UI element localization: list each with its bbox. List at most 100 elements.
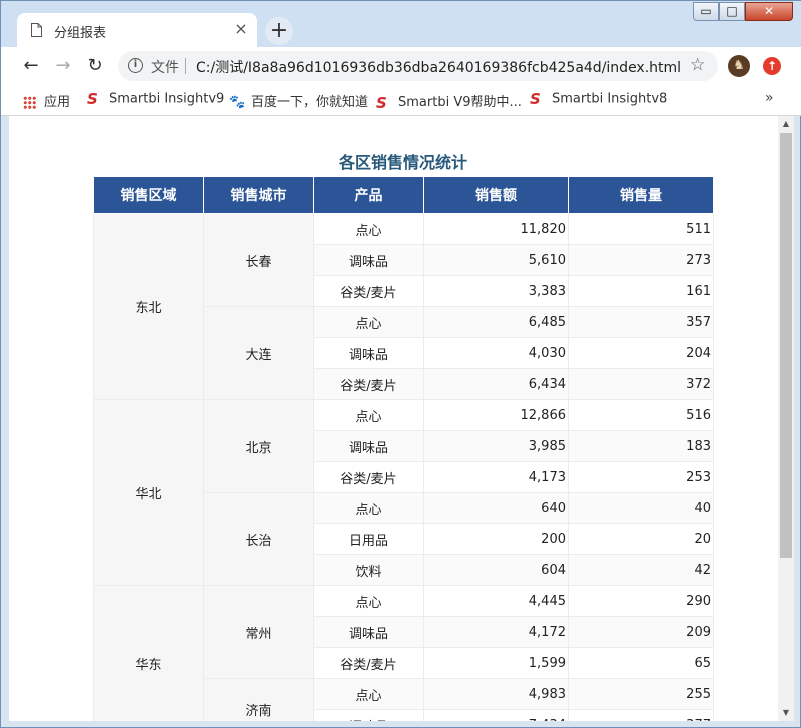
qty-cell: 516 xyxy=(568,399,714,431)
bookmark-smartbi-v8[interactable]: S Smartbi Insightv8 xyxy=(530,91,667,109)
smartbi-logo-icon: S xyxy=(530,90,541,108)
back-button[interactable]: ← xyxy=(18,53,44,79)
browser-window: 分组报表 × + ▭ □ ✕ ← → ↻ i 文件 C:/测试/I8a8a96d… xyxy=(0,0,801,728)
amount-cell: 11,820 xyxy=(423,213,569,245)
table-row: 华东 常州 点心 4,445 290 xyxy=(93,585,714,721)
qty-cell: 40 xyxy=(568,492,714,524)
scroll-down-icon[interactable]: ▼ xyxy=(778,705,794,721)
region-cell: 东北 xyxy=(93,213,204,400)
amount-cell: 604 xyxy=(423,554,569,586)
product-cell: 调味品 xyxy=(313,337,424,369)
vertical-scrollbar[interactable]: ▲ ▼ xyxy=(778,116,794,721)
reload-button[interactable]: ↻ xyxy=(82,53,108,79)
tab-close-icon[interactable]: × xyxy=(231,19,251,39)
amount-cell: 4,445 xyxy=(423,585,569,617)
qty-cell: 273 xyxy=(568,244,714,276)
scroll-up-icon[interactable]: ▲ xyxy=(778,116,794,132)
bookmark-smartbi-help[interactable]: S Smartbi V9帮助中... xyxy=(376,91,522,111)
qty-cell: 255 xyxy=(568,678,714,710)
close-icon: ✕ xyxy=(763,4,775,18)
amount-cell: 12,866 xyxy=(423,399,569,431)
forward-button[interactable]: → xyxy=(50,53,76,79)
table-body: 东北 长春 点心 11,820 511 调味品 5,610 273 谷类/麦片 3,383 161 大… xyxy=(93,213,714,721)
browser-toolbar: ← → ↻ i 文件 C:/测试/I8a8a96d1016936db36dba2… xyxy=(1,47,801,85)
minimize-button[interactable]: ▭ xyxy=(693,2,719,21)
apps-grid-icon xyxy=(23,96,36,109)
city-cell: 常州 xyxy=(203,585,314,679)
amount-cell: 6,434 xyxy=(423,368,569,400)
bookmark-label: 应用 xyxy=(44,95,71,110)
city-cell: 长春 xyxy=(203,213,314,307)
extension-update-icon[interactable]: ↑ xyxy=(763,57,781,75)
product-cell: 调味品 xyxy=(313,709,424,721)
page-content: 各区销售情况统计 销售区域 销售城市 产品 销售额 销售量 东北 长春 点心 11,8… xyxy=(9,116,778,721)
product-cell: 点心 xyxy=(313,213,424,245)
column-header: 销售额 xyxy=(423,176,569,214)
bookmark-label: Smartbi V9帮助中... xyxy=(398,95,522,110)
new-tab-button[interactable]: + xyxy=(265,17,293,45)
amount-cell: 4,173 xyxy=(423,461,569,493)
bookmark-label: 百度一下，你就知道 xyxy=(251,95,369,110)
bookmark-baidu[interactable]: 🐾 百度一下，你就知道 xyxy=(229,91,369,110)
maximize-button[interactable]: □ xyxy=(719,2,745,21)
product-cell: 谷类/麦片 xyxy=(313,368,424,400)
column-header: 销售量 xyxy=(568,176,714,214)
amount-cell: 1,599 xyxy=(423,647,569,679)
product-cell: 调味品 xyxy=(313,616,424,648)
qty-cell: 372 xyxy=(568,368,714,400)
smartbi-logo-icon: S xyxy=(87,90,98,108)
divider xyxy=(185,58,186,74)
qty-cell: 511 xyxy=(568,213,714,245)
qty-cell: 183 xyxy=(568,430,714,462)
product-cell: 饮料 xyxy=(313,554,424,586)
product-cell: 点心 xyxy=(313,585,424,617)
amount-cell: 4,030 xyxy=(423,337,569,369)
table-row: 华北 北京 点心 12,866 516 xyxy=(93,399,714,586)
qty-cell: 42 xyxy=(568,554,714,586)
product-cell: 谷类/麦片 xyxy=(313,461,424,493)
city-cell: 长治 xyxy=(203,492,314,586)
product-cell: 调味品 xyxy=(313,244,424,276)
amount-cell: 3,985 xyxy=(423,430,569,462)
scrollbar-thumb[interactable] xyxy=(780,133,792,558)
extension-horse-icon[interactable]: ♞ xyxy=(728,55,750,77)
url-text[interactable]: C:/测试/I8a8a96d1016936db36dba2640169386fc… xyxy=(196,57,681,77)
amount-cell: 4,172 xyxy=(423,616,569,648)
amount-cell: 3,383 xyxy=(423,275,569,307)
bookmark-apps[interactable]: 应用 xyxy=(23,91,71,110)
info-icon[interactable]: i xyxy=(128,58,143,73)
product-cell: 调味品 xyxy=(313,430,424,462)
product-cell: 点心 xyxy=(313,492,424,524)
close-window-button[interactable]: ✕ xyxy=(745,2,793,21)
baidu-paw-icon: 🐾 xyxy=(229,94,246,110)
qty-cell: 253 xyxy=(568,461,714,493)
bookmark-smartbi-v9[interactable]: S Smartbi Insightv9 xyxy=(87,91,224,109)
address-bar[interactable]: i 文件 C:/测试/I8a8a96d1016936db36dba2640169… xyxy=(118,51,718,81)
product-cell: 日用品 xyxy=(313,523,424,555)
bookmarks-bar: 应用 S Smartbi Insightv9 🐾 百度一下，你就知道 S Smartb… xyxy=(1,85,801,116)
document-icon xyxy=(31,23,42,37)
product-cell: 谷类/麦片 xyxy=(313,275,424,307)
bookmark-label: Smartbi Insightv9 xyxy=(109,91,225,107)
qty-cell: 65 xyxy=(568,647,714,679)
product-cell: 点心 xyxy=(313,399,424,431)
tab-strip: 分组报表 × + ▭ □ ✕ xyxy=(1,1,801,47)
city-cell: 大连 xyxy=(203,306,314,400)
bookmarks-more-icon[interactable]: » xyxy=(765,90,774,106)
column-header: 产品 xyxy=(313,176,424,214)
qty-cell: 204 xyxy=(568,337,714,369)
report-table: 销售区域 销售城市 产品 销售额 销售量 东北 长春 点心 11,820 511 调味品 5… xyxy=(93,176,714,721)
table-row: 东北 长春 点心 11,820 511 xyxy=(93,213,714,400)
bookmark-star-icon[interactable]: ☆ xyxy=(690,55,705,75)
report-title: 各区销售情况统计 xyxy=(338,153,467,172)
qty-cell: 377 xyxy=(568,709,714,721)
product-cell: 点心 xyxy=(313,306,424,338)
amount-cell: 640 xyxy=(423,492,569,524)
amount-cell: 7,434 xyxy=(423,709,569,721)
amount-cell: 6,485 xyxy=(423,306,569,338)
product-cell: 点心 xyxy=(313,678,424,710)
amount-cell: 200 xyxy=(423,523,569,555)
tab-active[interactable]: 分组报表 × xyxy=(17,13,257,47)
qty-cell: 20 xyxy=(568,523,714,555)
qty-cell: 357 xyxy=(568,306,714,338)
